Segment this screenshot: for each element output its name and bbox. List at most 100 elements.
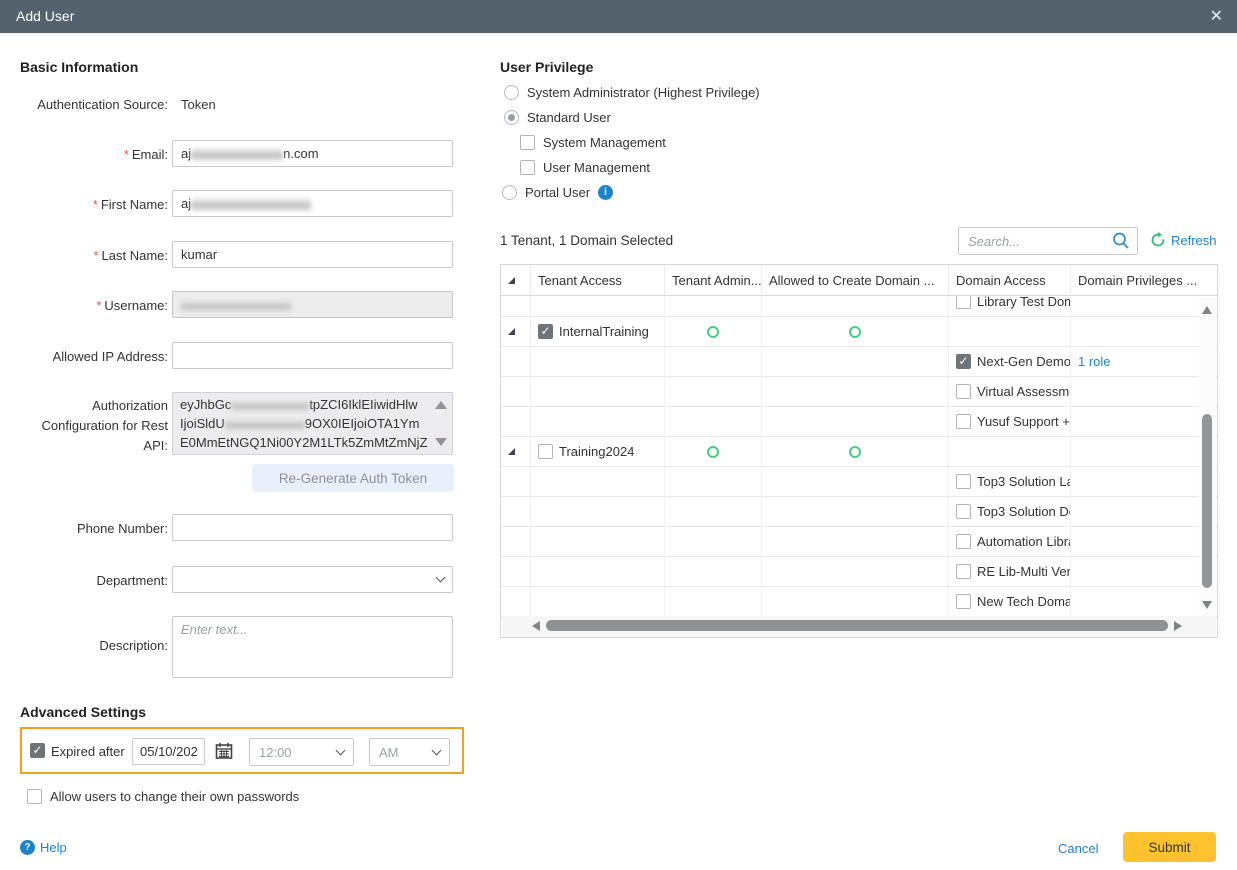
redacted-text (191, 148, 283, 161)
table-row: Yusuf Support +de (501, 407, 1217, 437)
expiration-date-field[interactable] (132, 738, 205, 765)
column-header-allowed-create[interactable]: Allowed to Create Domain ... (762, 265, 949, 295)
search-icon[interactable] (1111, 231, 1131, 251)
auth-source-label: Authentication Source: (0, 97, 168, 112)
domain-checkbox[interactable] (956, 504, 971, 519)
submit-button[interactable]: Submit (1123, 832, 1216, 862)
search-input[interactable] (959, 234, 1111, 249)
column-header-tenant-access[interactable]: Tenant Access (531, 265, 665, 295)
table-row: RE Lib-Multi Vendo (501, 557, 1217, 587)
token-line: eyJhbGctpZCI6IklEIiwidHlw (180, 395, 430, 414)
refresh-link[interactable]: Refresh (1150, 232, 1217, 248)
username-field (172, 291, 453, 318)
tenant-checkbox[interactable] (538, 444, 553, 459)
table-header-row: Tenant Access Tenant Admin... Allowed to… (501, 265, 1217, 296)
info-icon[interactable]: i (598, 185, 613, 200)
radio-icon[interactable] (504, 85, 519, 100)
radio-system-administrator[interactable]: System Administrator (Highest Privilege) (504, 85, 760, 100)
allowed-ip-label: Allowed IP Address: (0, 349, 168, 364)
horizontal-scrollbar-thumb[interactable] (546, 620, 1168, 631)
description-field[interactable] (172, 616, 453, 678)
department-label: Department: (0, 573, 168, 588)
cancel-button[interactable]: Cancel (1058, 841, 1098, 856)
vertical-scrollbar[interactable] (1199, 297, 1216, 618)
scroll-up-icon[interactable] (435, 401, 447, 409)
scroll-up-icon[interactable] (1202, 306, 1212, 314)
column-header-domain-access[interactable]: Domain Access (949, 265, 1071, 295)
calendar-icon[interactable] (215, 742, 233, 760)
scroll-down-icon[interactable] (1202, 601, 1212, 609)
expiration-meridiem-select[interactable]: AM (369, 738, 450, 766)
expiration-setting-group: Expired after 12:00 AM (20, 727, 464, 774)
collapse-icon[interactable] (508, 328, 515, 335)
regenerate-auth-token-button[interactable]: Re-Generate Auth Token (252, 464, 454, 492)
search-box (958, 227, 1138, 255)
allow-password-change-checkbox[interactable] (27, 789, 42, 804)
allowed-create-toggle-icon[interactable] (849, 446, 861, 458)
domain-checkbox[interactable] (956, 296, 971, 309)
radio-portal-user[interactable]: Portal User i (502, 185, 613, 200)
horizontal-scrollbar[interactable] (502, 616, 1216, 636)
domain-checkbox[interactable] (956, 474, 971, 489)
collapse-icon[interactable] (508, 277, 515, 284)
token-line: IjoiSldU9OX0IEIjoiOTA1Ym (180, 414, 430, 433)
token-line: E0MmEtNGQ1Ni00Y2M1LTk5ZmMtZmNjZ (180, 433, 430, 452)
email-field[interactable]: ajn.com (172, 140, 453, 167)
domain-checkbox[interactable] (956, 594, 971, 609)
allowed-ip-field[interactable] (172, 342, 453, 369)
scroll-right-icon[interactable] (1174, 621, 1182, 631)
last-name-field[interactable] (172, 241, 453, 268)
column-header-domain-privileges[interactable]: Domain Privileges ... (1071, 265, 1218, 295)
vertical-scrollbar-thumb[interactable] (1202, 414, 1212, 588)
close-icon[interactable]: ✕ (1210, 0, 1223, 33)
first-name-field[interactable]: aj (172, 190, 453, 217)
radio-icon[interactable] (504, 110, 519, 125)
phone-field[interactable] (172, 514, 453, 541)
auth-config-label: Authorization Configuration for Rest API… (0, 396, 168, 456)
collapse-icon[interactable] (508, 448, 515, 455)
scroll-left-icon[interactable] (532, 621, 540, 631)
redacted-text (231, 399, 309, 412)
collapse-all-cell[interactable] (501, 265, 531, 295)
auth-token-field[interactable]: eyJhbGctpZCI6IklEIiwidHlw IjoiSldU9OX0IE… (172, 392, 453, 455)
department-select[interactable] (172, 566, 453, 593)
radio-standard-user[interactable]: Standard User (504, 110, 611, 125)
advanced-settings-title: Advanced Settings (20, 704, 146, 720)
last-name-label: *Last Name: (0, 248, 168, 263)
user-privilege-title: User Privilege (500, 59, 593, 75)
tenant-domain-table: Tenant Access Tenant Admin... Allowed to… (500, 264, 1218, 638)
allowed-create-toggle-icon[interactable] (849, 326, 861, 338)
checkbox-system-management[interactable]: System Management (520, 135, 666, 150)
scroll-down-icon[interactable] (435, 438, 447, 446)
checkbox-icon[interactable] (520, 160, 535, 175)
allow-password-change-label: Allow users to change their own password… (50, 789, 299, 804)
refresh-icon (1150, 232, 1166, 248)
table-row: InternalTraining (501, 317, 1217, 347)
radio-icon[interactable] (502, 185, 517, 200)
expiration-time-select[interactable]: 12:00 (249, 738, 354, 766)
dialog-title: Add User (16, 0, 74, 33)
table-row: New Tech Domain (501, 587, 1217, 617)
help-link[interactable]: ? Help (20, 840, 67, 855)
table-row: Top3 Solution Lab (501, 467, 1217, 497)
checkbox-user-management[interactable]: User Management (520, 160, 650, 175)
email-label: *Email: (0, 147, 168, 162)
table-row: Virtual Assessment (501, 377, 1217, 407)
domain-checkbox[interactable] (956, 564, 971, 579)
expired-after-checkbox[interactable] (30, 743, 45, 758)
tenant-admin-toggle-icon[interactable] (707, 326, 719, 338)
domain-checkbox[interactable] (956, 354, 971, 369)
domain-checkbox[interactable] (956, 414, 971, 429)
chevron-down-icon (436, 573, 446, 583)
tenant-admin-toggle-icon[interactable] (707, 446, 719, 458)
domain-checkbox[interactable] (956, 384, 971, 399)
tenant-checkbox[interactable] (538, 324, 553, 339)
table-row: Automation Library (501, 527, 1217, 557)
chevron-down-icon (336, 745, 346, 755)
auth-source-value: Token (181, 97, 216, 112)
role-link[interactable]: 1 role (1078, 354, 1111, 369)
domain-checkbox[interactable] (956, 534, 971, 549)
column-header-tenant-admin[interactable]: Tenant Admin... (665, 265, 762, 295)
checkbox-icon[interactable] (520, 135, 535, 150)
phone-label: Phone Number: (0, 521, 168, 536)
